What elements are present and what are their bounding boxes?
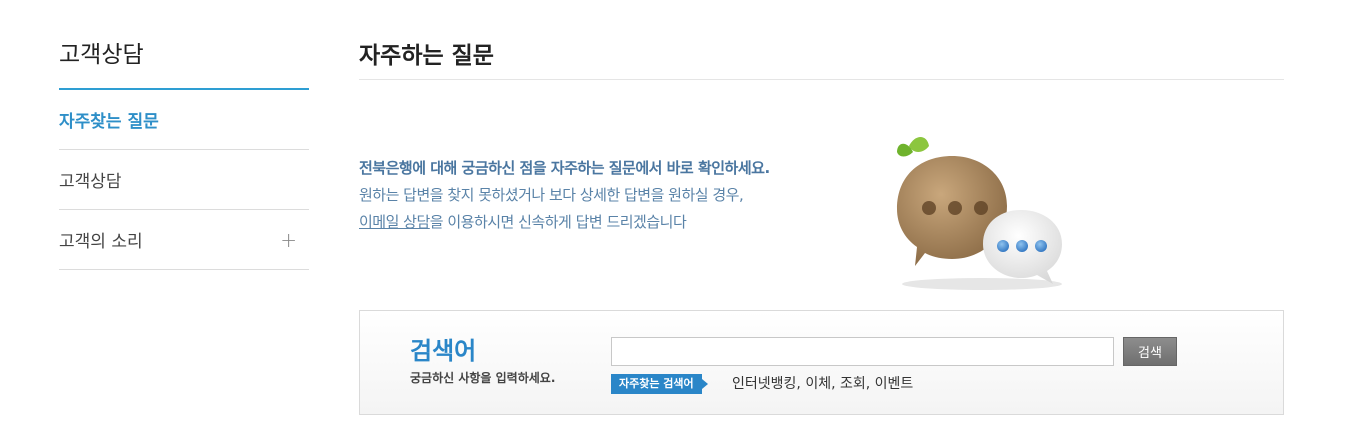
search-button[interactable]: 검색 (1123, 337, 1177, 366)
popular-keywords: 인터넷뱅킹, 이체, 조회, 이벤트 (732, 374, 913, 394)
search-box: 검색어 궁금하신 사항을 입력하세요. 검색 자주찾는 검색어 인터넷뱅킹, 이… (359, 310, 1284, 415)
keyword-internet-banking[interactable]: 인터넷뱅킹 (732, 376, 796, 392)
sidebar-item-faq[interactable]: 자주찾는 질문 (59, 90, 309, 150)
intro-line-3-rest: 을 이용하시면 신속하게 답변 드리겠습니다 (429, 213, 687, 231)
keyword-separator: , (865, 376, 875, 392)
intro-text: 전북은행에 대해 궁금하신 점을 자주하는 질문에서 바로 확인하세요. 원하는… (359, 155, 770, 236)
keyword-separator: , (796, 376, 806, 392)
keyword-inquiry[interactable]: 조회 (840, 376, 866, 392)
page-title: 자주하는 질문 (359, 0, 1284, 80)
sidebar: 고객상담 자주찾는 질문 고객상담 고객의 소리 + (59, 0, 309, 270)
popular-keywords-tag: 자주찾는 검색어 (611, 374, 708, 394)
sidebar-item-label: 고객상담 (59, 172, 122, 192)
chat-bubbles-illustration (897, 137, 1062, 290)
intro-line-1: 전북은행에 대해 궁금하신 점을 자주하는 질문에서 바로 확인하세요. (359, 159, 770, 177)
email-consult-link[interactable]: 이메일 상담 (359, 213, 430, 231)
search-input[interactable] (611, 337, 1114, 366)
sidebar-item-consultation[interactable]: 고객상담 (59, 150, 309, 210)
sidebar-title: 고객상담 (59, 0, 309, 90)
intro-line-3: 이메일 상담을 이용하시면 신속하게 답변 드리겠습니다 (359, 209, 770, 236)
search-subtitle: 궁금하신 사항을 입력하세요. (410, 371, 556, 385)
main-content: 자주하는 질문 전북은행에 대해 궁금하신 점을 자주하는 질문에서 바로 확인… (359, 0, 1284, 415)
keyword-transfer[interactable]: 이체 (805, 376, 831, 392)
keyword-event[interactable]: 이벤트 (875, 376, 914, 392)
search-title: 검색어 (410, 337, 477, 365)
intro-line-2: 원하는 답변을 찾지 못하셨거나 보다 상세한 답변을 원하실 경우, (359, 186, 744, 204)
sidebar-item-label: 자주찾는 질문 (59, 112, 159, 132)
sidebar-title-text: 고객상담 (59, 42, 144, 68)
sidebar-item-customer-voice[interactable]: 고객의 소리 + (59, 210, 309, 270)
intro-section: 전북은행에 대해 궁금하신 점을 자주하는 질문에서 바로 확인하세요. 원하는… (359, 80, 1284, 310)
expand-plus-icon[interactable]: + (280, 228, 297, 252)
keyword-separator: , (831, 376, 840, 392)
sidebar-item-label: 고객의 소리 (59, 232, 143, 252)
